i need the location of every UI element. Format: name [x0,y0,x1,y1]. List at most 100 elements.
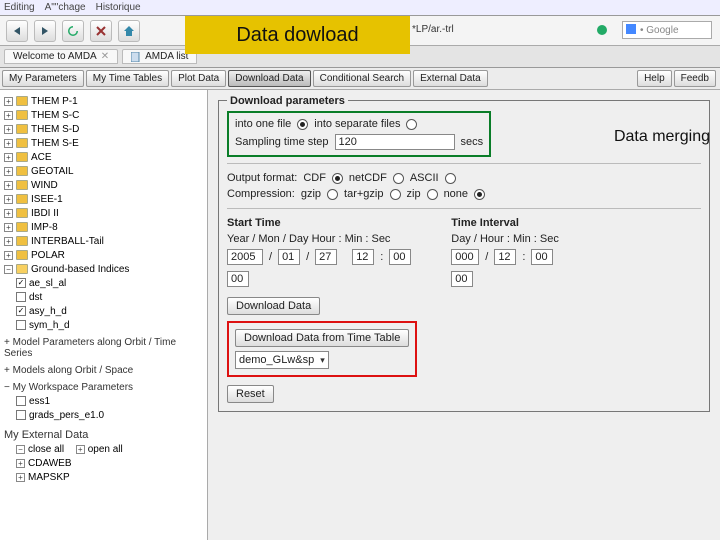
radio-cdf[interactable] [332,173,343,184]
interval-min-input[interactable]: 00 [531,249,553,265]
tree-models-space[interactable]: + Models along Orbit / Space [2,364,205,377]
tab-welcome[interactable]: Welcome to AMDA ✕ [4,49,118,64]
stop-button[interactable] [90,20,112,42]
menu-external-data[interactable]: External Data [413,70,488,87]
go-icon[interactable] [596,24,610,38]
menu-my-parameters[interactable]: My Parameters [2,70,84,87]
tree-item[interactable]: +THEM S-D [2,122,205,136]
radio-separate-files[interactable] [406,119,417,130]
menu-conditional-search[interactable]: Conditional Search [313,70,412,87]
start-mon-input[interactable]: 01 [278,249,300,265]
start-day-input[interactable]: 27 [315,249,337,265]
expand-icon[interactable]: + [4,209,13,218]
expand-icon[interactable]: + [4,153,13,162]
menu-feedback[interactable]: Feedb [674,70,716,87]
radio-targz[interactable] [390,189,401,200]
checkbox[interactable]: ✓ [16,306,26,316]
tree-item[interactable]: +ACE [2,150,205,164]
tree-item[interactable]: +GEOTAIL [2,164,205,178]
expand-icon[interactable]: + [4,167,13,176]
start-year-input[interactable]: 2005 [227,249,263,265]
checkbox[interactable] [16,410,26,420]
tree-item[interactable]: +THEM S-E [2,136,205,150]
interval-sec-input[interactable]: 00 [451,271,473,287]
radio-ascii[interactable] [445,173,456,184]
tree-item[interactable]: sym_h_d [2,318,205,332]
menu-historique[interactable]: Historique [96,2,141,13]
tree-ground-indices[interactable]: − Ground-based Indices [2,262,205,276]
radio-netcdf[interactable] [393,173,404,184]
expand-icon[interactable]: + [4,223,13,232]
tree-model-params[interactable]: + Model Parameters along Orbit / Time Se… [2,336,205,360]
tree-label: WIND [31,180,58,191]
radio-none[interactable] [474,189,485,200]
start-hour-input[interactable]: 12 [352,249,374,265]
tree-item[interactable]: +POLAR [2,248,205,262]
expand-icon[interactable]: + [4,251,13,260]
menu-editing[interactable]: Editing [4,2,35,13]
page-icon [131,52,141,62]
start-min-input[interactable]: 00 [389,249,411,265]
tree-item[interactable]: grads_pers_e1.0 [2,408,205,422]
menu-affichage[interactable]: A""chage [45,2,86,13]
tree-item[interactable]: ✓ae_sl_al [2,276,205,290]
timetable-select[interactable]: demo_GLw&sp [235,351,329,369]
interval-day-input[interactable]: 000 [451,249,479,265]
menu-help[interactable]: Help [637,70,672,87]
checkbox[interactable] [16,396,26,406]
expand-icon[interactable]: + [76,445,85,454]
expand-icon[interactable]: + [4,337,10,348]
interval-hour-input[interactable]: 12 [494,249,516,265]
home-button[interactable] [118,20,140,42]
expand-icon[interactable]: − [4,265,13,274]
expand-icon[interactable]: + [4,365,10,376]
start-sec-input[interactable]: 00 [227,271,249,287]
label-sepfiles: into separate files [314,118,400,130]
tree-item[interactable]: +IMP-8 [2,220,205,234]
tree-item[interactable]: +INTERBALL-Tail [2,234,205,248]
tree-label: ess1 [29,396,50,407]
checkbox[interactable] [16,320,26,330]
tree-closeall[interactable]: −close all +open all [2,442,205,456]
download-data-button[interactable]: Download Data [227,297,320,315]
expand-icon[interactable]: + [4,181,13,190]
tree-item[interactable]: ess1 [2,394,205,408]
radio-zip[interactable] [427,189,438,200]
reset-button[interactable]: Reset [227,385,274,403]
expand-icon[interactable]: + [4,111,13,120]
forward-button[interactable] [34,20,56,42]
collapse-icon[interactable]: − [16,445,25,454]
search-input[interactable]: • Google [622,21,712,39]
checkbox[interactable] [16,292,26,302]
expand-icon[interactable]: + [16,459,25,468]
radio-gzip[interactable] [327,189,338,200]
tree-item[interactable]: ✓asy_h_d [2,304,205,318]
radio-one-file[interactable] [297,119,308,130]
menu-my-timetables[interactable]: My Time Tables [86,70,169,87]
reload-button[interactable] [62,20,84,42]
tree-item[interactable]: +ISEE-1 [2,192,205,206]
sampling-input[interactable]: 120 [335,134,455,150]
expand-icon[interactable]: + [4,195,13,204]
tree-item[interactable]: +IBDI II [2,206,205,220]
expand-icon[interactable]: + [4,237,13,246]
expand-icon[interactable]: + [4,97,13,106]
tree-item[interactable]: +MAPSKP [2,470,205,484]
tree-workspace-params[interactable]: − My Workspace Parameters [2,381,205,394]
download-parameters-fieldset: Download parameters into one file into s… [218,100,710,412]
expand-icon[interactable]: + [4,125,13,134]
tree-item[interactable]: dst [2,290,205,304]
checkbox[interactable]: ✓ [16,278,26,288]
expand-icon[interactable]: − [4,382,10,393]
expand-icon[interactable]: + [16,473,25,482]
tree-item[interactable]: + WIND [2,178,205,192]
back-button[interactable] [6,20,28,42]
menu-plot-data[interactable]: Plot Data [171,70,226,87]
tree-item[interactable]: +CDAWEB [2,456,205,470]
tree-item[interactable]: +THEM P-1 [2,94,205,108]
tree-item[interactable]: +THEM S-C [2,108,205,122]
menu-download-data[interactable]: Download Data [228,70,310,87]
close-icon[interactable]: ✕ [101,51,109,62]
download-from-timetable-button[interactable]: Download Data from Time Table [235,329,409,347]
expand-icon[interactable]: + [4,139,13,148]
